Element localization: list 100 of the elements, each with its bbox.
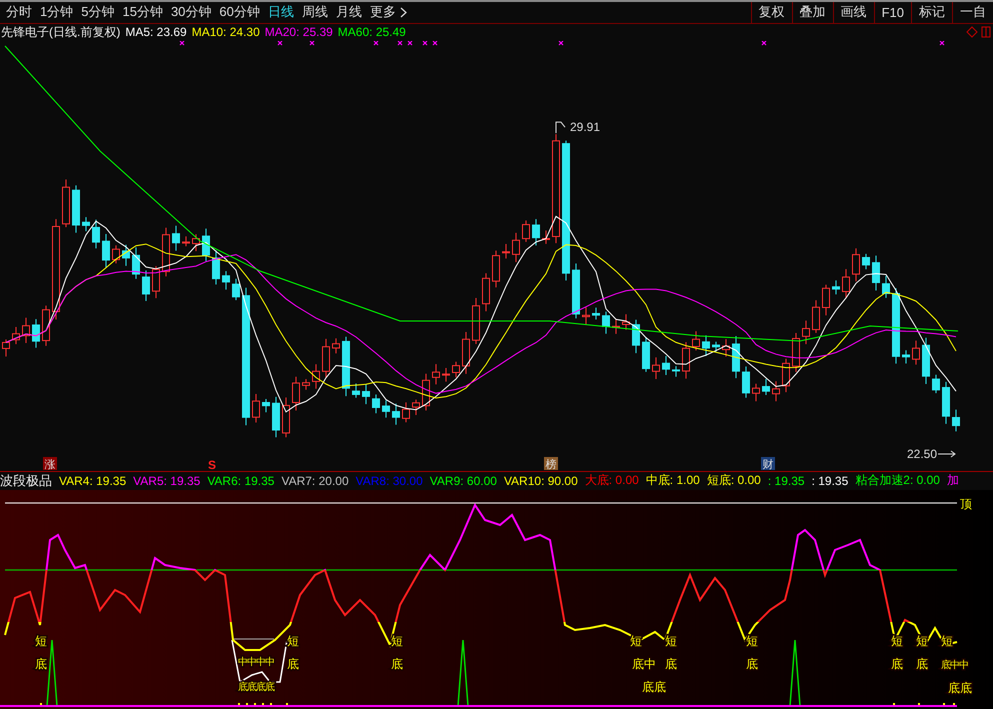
candlestick (142, 270, 150, 302)
period-tab[interactable]: 更多 (366, 2, 411, 23)
candlestick (72, 184, 80, 234)
candlestick (842, 268, 850, 299)
indicator-value: 加 (946, 472, 959, 490)
candlestick (612, 318, 620, 334)
period-tab[interactable]: 1分钟 (36, 2, 78, 23)
candlestick (762, 378, 770, 396)
candlestick (112, 244, 120, 264)
toolbar-button[interactable]: 复权 (750, 2, 792, 23)
cup-trace-drawing (231, 638, 288, 684)
candlestick (282, 396, 290, 438)
candlestick (812, 300, 820, 334)
indicator-value: VAR6: 19.35 (207, 474, 274, 488)
candlestick (932, 374, 940, 394)
candlestick (542, 230, 550, 244)
chevron-right-icon (400, 6, 407, 18)
candlestick (622, 314, 630, 330)
candlestick (572, 262, 580, 319)
toolbar-button[interactable]: 标记 (911, 2, 952, 23)
signal-label: 底底 (948, 681, 972, 695)
indicator-value: VAR5: 19.35 (133, 474, 200, 488)
indicator-value: : 19.35 (812, 474, 848, 488)
ma-value: MA10: 24.30 (192, 25, 260, 40)
candlestick (732, 336, 740, 379)
candlestick (122, 244, 130, 266)
candlestick (382, 400, 390, 418)
ma-value: MA5: 23.69 (125, 25, 187, 40)
event-mark[interactable]: S (208, 458, 216, 471)
candlestick (672, 366, 680, 378)
signal-label: 短 (891, 634, 903, 648)
toolbar-button[interactable]: F10 (874, 2, 911, 23)
candlestick (362, 383, 370, 405)
period-tab[interactable]: 30分钟 (166, 2, 216, 23)
ma-value: MA60: 25.49 (338, 25, 406, 40)
candlestick (132, 246, 140, 280)
candlestick (402, 402, 410, 423)
indicator-value: VAR9: 60.00 (430, 474, 497, 488)
signal-label: 中中中中 (238, 657, 274, 668)
candlestick (712, 341, 720, 352)
candlestick (262, 398, 270, 413)
period-tab[interactable]: 60分钟 (215, 2, 264, 23)
event-tag[interactable]: 涨 (43, 456, 57, 471)
candlestick (682, 342, 690, 379)
candlestick (42, 305, 50, 346)
signal-label: 底 (746, 657, 758, 671)
candlestick (442, 367, 450, 382)
candlestick (22, 317, 30, 344)
indicator-value: VAR7: 20.00 (281, 474, 349, 488)
period-tab[interactable]: 周线 (298, 2, 332, 23)
indicator-value: 大底: 0.00 (584, 472, 639, 490)
indicator-value: VAR8: 30.00 (356, 474, 423, 488)
indicator-value: VAR10: 90.00 (504, 474, 578, 488)
period-tab[interactable]: 5分钟 (77, 2, 118, 23)
period-tab[interactable]: 月线 (332, 2, 366, 23)
candlestick (862, 253, 870, 270)
candlestick (512, 232, 520, 263)
signal-label: 短 (287, 634, 299, 648)
candlestick (172, 225, 180, 252)
candlestick (902, 350, 910, 364)
toolbar-button[interactable]: 一自 (952, 2, 993, 23)
candlestick (952, 409, 960, 432)
candlestick (832, 280, 840, 295)
event-tag[interactable]: 榜 (544, 456, 558, 471)
signal-label: 短 (630, 634, 642, 648)
candlestick (602, 311, 610, 334)
period-tab[interactable]: 日线 (264, 2, 298, 23)
candlestick (412, 399, 420, 416)
signal-label: 底 (891, 657, 903, 671)
diamond-icon[interactable] (966, 26, 978, 38)
signal-label: 短 (665, 634, 677, 648)
candlestick (492, 250, 500, 288)
candlestick (222, 270, 230, 290)
event-tag[interactable]: 财 (761, 456, 775, 471)
candlestick (942, 381, 950, 424)
candlestick (642, 336, 650, 372)
candlestick (82, 216, 90, 232)
candlestick (722, 338, 730, 357)
candlestick (2, 338, 10, 357)
high-price-label: 29.91 (570, 120, 600, 134)
candlestick (502, 243, 510, 259)
signal-label: 底 (916, 657, 928, 671)
toolbar-button[interactable]: 叠加 (792, 2, 833, 23)
low-price-label: 22.50 (907, 446, 938, 461)
signal-label: 短 (746, 634, 758, 648)
candlestick (702, 334, 710, 356)
signal-label: 底 (391, 657, 403, 671)
indicator-value: : 19.35 (768, 474, 805, 488)
signal-label: 底底 (642, 680, 666, 694)
candlestick (432, 364, 440, 385)
arrow-icon (938, 450, 956, 458)
split-panel-icon[interactable] (981, 26, 991, 38)
period-tab[interactable]: 分时 (2, 2, 36, 23)
candlestick (822, 284, 830, 316)
candlestick (632, 319, 640, 354)
signal-label: 底底底底 (238, 682, 274, 693)
period-tab[interactable]: 15分钟 (118, 2, 167, 23)
candlestick (182, 236, 190, 247)
toolbar-button[interactable]: 画线 (832, 2, 874, 23)
candlestick (302, 378, 310, 390)
